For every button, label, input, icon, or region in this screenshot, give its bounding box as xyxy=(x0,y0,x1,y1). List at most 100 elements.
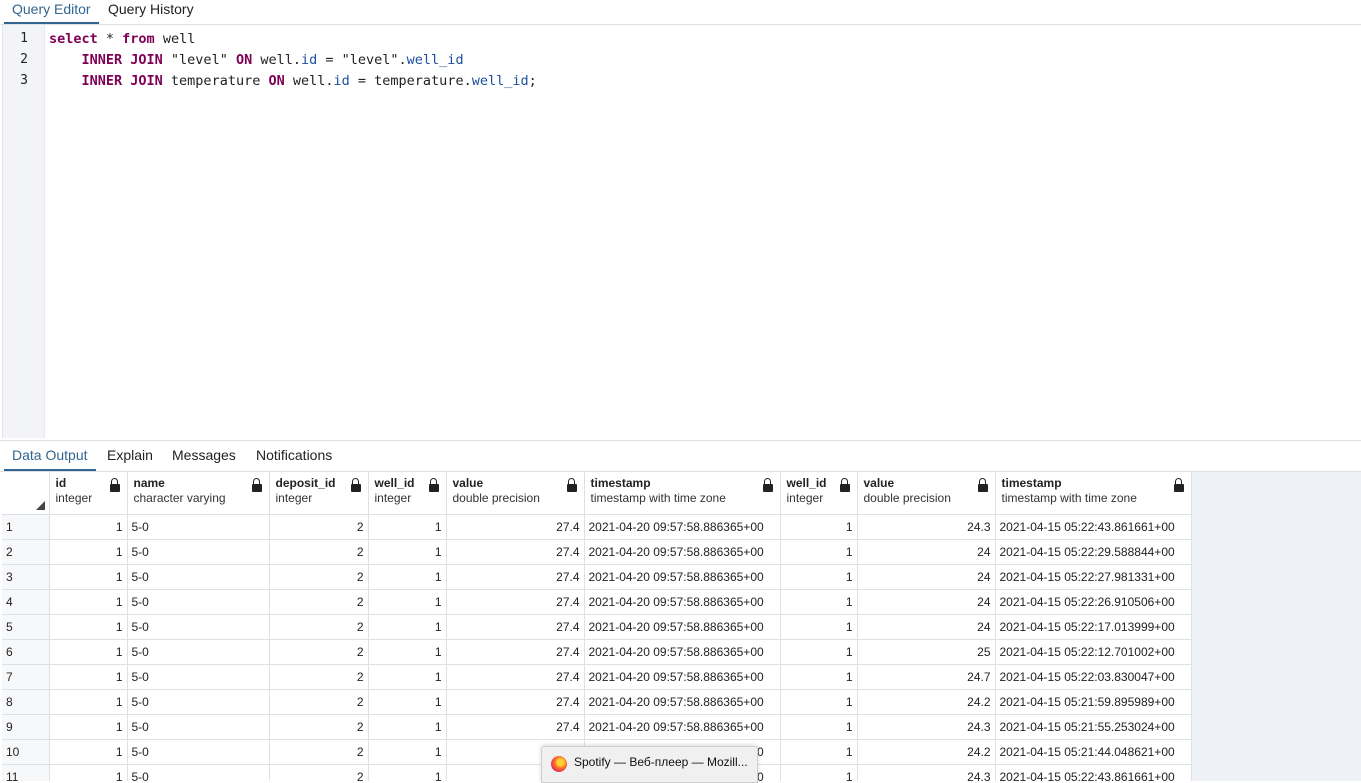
tab-data-output[interactable]: Data Output xyxy=(4,441,96,471)
column-header-timestamp[interactable]: timestamp timestamp with time zone xyxy=(995,472,1192,515)
table-cell[interactable]: 1 xyxy=(368,764,447,781)
table-cell[interactable]: 1 xyxy=(49,514,128,540)
table-cell[interactable]: 27.4 xyxy=(446,664,585,690)
table-cell[interactable]: 2 xyxy=(269,739,369,765)
table-cell[interactable]: 1 xyxy=(368,564,447,590)
table-cell[interactable]: 2021-04-20 09:57:58.886365+00 xyxy=(584,689,781,715)
table-cell[interactable]: 2 xyxy=(269,589,369,615)
column-header-deposit_id[interactable]: deposit_id integer xyxy=(269,472,369,515)
table-cell[interactable]: 1 xyxy=(368,539,447,565)
table-cell[interactable]: 2021-04-20 09:57:58.886365+00 xyxy=(584,639,781,665)
table-cell[interactable]: 2021-04-20 09:57:58.886365+00 xyxy=(584,614,781,640)
table-cell[interactable]: 2021-04-20 09:57:58.886365+00 xyxy=(584,564,781,590)
table-cell[interactable]: 27.4 xyxy=(446,689,585,715)
table-cell[interactable]: 5-0 xyxy=(127,739,270,765)
table-cell[interactable]: 1 xyxy=(780,539,858,565)
column-header-id[interactable]: id integer xyxy=(49,472,128,515)
table-cell[interactable]: 2 xyxy=(269,514,369,540)
table-cell[interactable]: 2021-04-15 05:22:43.861661+00 xyxy=(995,764,1192,781)
table-cell[interactable]: 5-0 xyxy=(127,539,270,565)
table-cell[interactable]: 1 xyxy=(780,764,858,781)
tab-query-history[interactable]: Query History xyxy=(100,0,202,22)
row-number[interactable]: 1 xyxy=(2,514,50,540)
table-cell[interactable]: 2021-04-15 05:21:59.895989+00 xyxy=(995,689,1192,715)
table-cell[interactable]: 24 xyxy=(857,614,996,640)
table-cell[interactable]: 2021-04-15 05:22:27.981331+00 xyxy=(995,564,1192,590)
column-header-value[interactable]: value double precision xyxy=(446,472,585,515)
table-cell[interactable]: 2021-04-20 09:57:58.886365+00 xyxy=(584,539,781,565)
tab-notifications[interactable]: Notifications xyxy=(256,441,332,469)
table-cell[interactable]: 27.4 xyxy=(446,714,585,740)
table-cell[interactable]: 27.4 xyxy=(446,539,585,565)
table-cell[interactable]: 24.3 xyxy=(857,714,996,740)
tab-query-editor[interactable]: Query Editor xyxy=(4,0,99,24)
column-header-value[interactable]: value double precision xyxy=(857,472,996,515)
table-cell[interactable]: 1 xyxy=(780,614,858,640)
row-number[interactable]: 10 xyxy=(2,739,50,765)
sql-editor[interactable]: 1 2 3 select * from well INNER JOIN "lev… xyxy=(2,25,1361,438)
table-cell[interactable]: 1 xyxy=(368,614,447,640)
table-cell[interactable]: 24.3 xyxy=(857,514,996,540)
table-cell[interactable]: 1 xyxy=(780,639,858,665)
row-number-header[interactable] xyxy=(2,472,50,515)
table-cell[interactable]: 2021-04-20 09:57:58.886365+00 xyxy=(584,514,781,540)
table-cell[interactable]: 1 xyxy=(780,514,858,540)
table-cell[interactable]: 1 xyxy=(49,564,128,590)
table-cell[interactable]: 27.4 xyxy=(446,564,585,590)
table-cell[interactable]: 25 xyxy=(857,639,996,665)
row-number[interactable]: 4 xyxy=(2,589,50,615)
column-header-well_id[interactable]: well_id integer xyxy=(368,472,447,515)
column-header-timestamp[interactable]: timestamp timestamp with time zone xyxy=(584,472,781,515)
table-cell[interactable]: 1 xyxy=(780,664,858,690)
row-number[interactable]: 6 xyxy=(2,639,50,665)
table-row[interactable]: 5 1 5-0 2 1 27.4 2021-04-20 09:57:58.886365+00… xyxy=(2,614,1192,640)
table-cell[interactable]: 2021-04-15 05:22:17.013999+00 xyxy=(995,614,1192,640)
table-row[interactable]: 7 1 5-0 2 1 27.4 2021-04-20 09:57:58.886365+00… xyxy=(2,664,1192,690)
table-cell[interactable]: 5-0 xyxy=(127,564,270,590)
tab-explain[interactable]: Explain xyxy=(107,441,153,469)
table-cell[interactable]: 1 xyxy=(368,589,447,615)
table-cell[interactable]: 2 xyxy=(269,664,369,690)
table-cell[interactable]: 1 xyxy=(780,739,858,765)
table-cell[interactable]: 5-0 xyxy=(127,639,270,665)
table-cell[interactable]: 24 xyxy=(857,564,996,590)
row-number[interactable]: 3 xyxy=(2,564,50,590)
table-cell[interactable]: 1 xyxy=(780,714,858,740)
table-cell[interactable]: 2 xyxy=(269,689,369,715)
table-cell[interactable]: 1 xyxy=(780,689,858,715)
table-cell[interactable]: 2021-04-15 05:21:44.048621+00 xyxy=(995,739,1192,765)
row-number[interactable]: 8 xyxy=(2,689,50,715)
table-cell[interactable]: 1 xyxy=(49,589,128,615)
table-cell[interactable]: 2021-04-15 05:22:03.830047+00 xyxy=(995,664,1192,690)
table-row[interactable]: 3 1 5-0 2 1 27.4 2021-04-20 09:57:58.886365+00… xyxy=(2,564,1192,590)
table-cell[interactable]: 1 xyxy=(368,514,447,540)
table-cell[interactable]: 2021-04-20 09:57:58.886365+00 xyxy=(584,589,781,615)
table-cell[interactable]: 5-0 xyxy=(127,764,270,781)
table-cell[interactable]: 5-0 xyxy=(127,514,270,540)
table-cell[interactable]: 2021-04-15 05:22:12.701002+00 xyxy=(995,639,1192,665)
table-cell[interactable]: 2021-04-20 09:57:58.886365+00 xyxy=(584,714,781,740)
table-cell[interactable]: 1 xyxy=(780,589,858,615)
table-cell[interactable]: 1 xyxy=(49,739,128,765)
table-cell[interactable]: 27.4 xyxy=(446,589,585,615)
table-cell[interactable]: 2021-04-15 05:22:29.588844+00 xyxy=(995,539,1192,565)
table-cell[interactable]: 5-0 xyxy=(127,714,270,740)
table-cell[interactable]: 2021-04-15 05:22:43.861661+00 xyxy=(995,514,1192,540)
table-cell[interactable]: 2021-04-20 09:57:58.886365+00 xyxy=(584,664,781,690)
table-row[interactable]: 4 1 5-0 2 1 27.4 2021-04-20 09:57:58.886365+00… xyxy=(2,589,1192,615)
column-header-name[interactable]: name character varying xyxy=(127,472,270,515)
table-cell[interactable]: 1 xyxy=(368,689,447,715)
sql-code[interactable]: select * from well INNER JOIN "level" ON… xyxy=(49,29,537,92)
table-cell[interactable]: 24.3 xyxy=(857,764,996,781)
table-cell[interactable]: 27.4 xyxy=(446,614,585,640)
table-row[interactable]: 2 1 5-0 2 1 27.4 2021-04-20 09:57:58.886365+00… xyxy=(2,539,1192,565)
row-number[interactable]: 9 xyxy=(2,714,50,740)
table-cell[interactable]: 2 xyxy=(269,639,369,665)
table-cell[interactable]: 2 xyxy=(269,714,369,740)
row-number[interactable]: 11 xyxy=(2,764,50,781)
table-row[interactable]: 6 1 5-0 2 1 27.4 2021-04-20 09:57:58.886365+00… xyxy=(2,639,1192,665)
table-cell[interactable]: 5-0 xyxy=(127,589,270,615)
table-cell[interactable]: 1 xyxy=(49,664,128,690)
table-cell[interactable]: 1 xyxy=(780,564,858,590)
table-cell[interactable]: 24.2 xyxy=(857,689,996,715)
